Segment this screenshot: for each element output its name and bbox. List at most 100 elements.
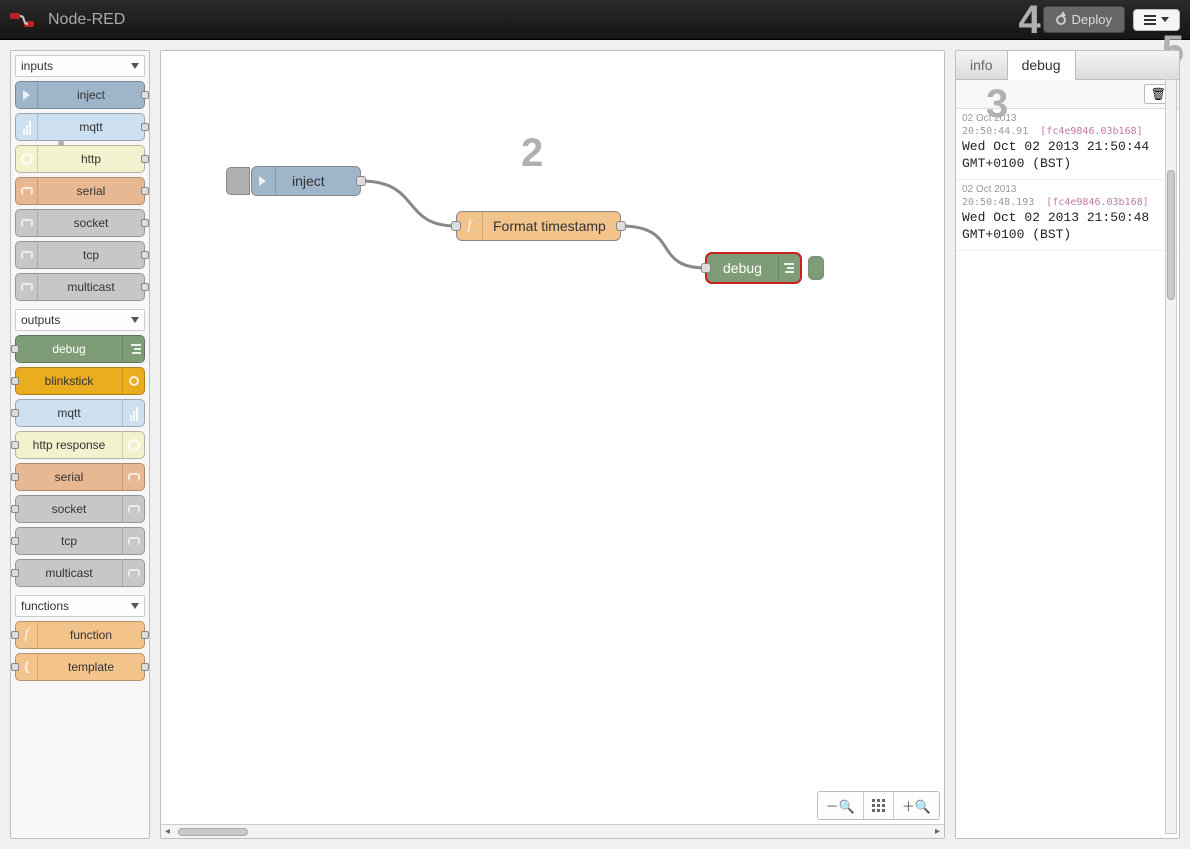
- node-label: Format timestamp: [483, 218, 616, 234]
- palette-node-function[interactable]: ffunction: [15, 621, 145, 649]
- palette-category-outputs[interactable]: outputs: [15, 309, 145, 331]
- input-port[interactable]: [11, 345, 19, 353]
- canvas-h-scrollbar[interactable]: ◂ ▸: [161, 824, 944, 838]
- scrollbar-thumb[interactable]: [178, 828, 248, 836]
- input-port[interactable]: [11, 473, 19, 481]
- canvas-footer: －🔍 ＋🔍: [817, 791, 940, 820]
- canvas-node-inject[interactable]: inject: [251, 166, 361, 196]
- output-port[interactable]: [141, 219, 149, 227]
- palette-node-inject[interactable]: inject: [15, 81, 145, 109]
- canvas-node-debug[interactable]: debug: [706, 253, 801, 283]
- tab-info[interactable]: info: [956, 51, 1008, 79]
- debug-message-list[interactable]: 02 Oct 2013 20:50:44.91 [fc4e9846.03b168…: [956, 109, 1179, 838]
- chevron-down-icon: [131, 63, 139, 69]
- inject-icon: [259, 176, 266, 186]
- input-port[interactable]: [11, 663, 19, 671]
- output-port[interactable]: [141, 91, 149, 99]
- deploy-label: Deploy: [1072, 12, 1112, 27]
- zoom-reset-button[interactable]: [863, 792, 893, 819]
- serial-icon: [21, 187, 33, 195]
- palette-node-http-response[interactable]: http response: [15, 431, 145, 459]
- palette-node-serial-out[interactable]: serial: [15, 463, 145, 491]
- palette-node-mqtt-out[interactable]: mqtt: [15, 399, 145, 427]
- tcp-icon: [21, 251, 33, 259]
- palette-node-socket-in[interactable]: socket: [15, 209, 145, 237]
- debug-toggle-button[interactable]: [808, 256, 824, 280]
- zoom-in-button[interactable]: ＋🔍: [893, 792, 939, 819]
- scroll-left-icon[interactable]: ◂: [161, 826, 174, 837]
- debug-meta: 20:50:48.193 [fc4e9846.03b168]: [962, 197, 1173, 208]
- workspace: inputs 1 inject mqtt http serial socket …: [0, 40, 1190, 849]
- input-port[interactable]: [11, 409, 19, 417]
- app-title: Node-RED: [48, 11, 125, 29]
- input-port[interactable]: [11, 537, 19, 545]
- multicast-icon: [128, 569, 140, 577]
- output-port[interactable]: [141, 251, 149, 259]
- palette-node-serial-in[interactable]: serial: [15, 177, 145, 205]
- palette-node-tcp-out[interactable]: tcp: [15, 527, 145, 555]
- scrollbar-thumb[interactable]: [1167, 170, 1175, 300]
- input-port[interactable]: [11, 569, 19, 577]
- debug-meta: 20:50:44.91 [fc4e9846.03b168]: [962, 126, 1173, 137]
- tcp-icon: [128, 537, 140, 545]
- main-menu-button[interactable]: [1133, 9, 1180, 31]
- palette-node-blinkstick[interactable]: blinkstick: [15, 367, 145, 395]
- grid-icon: [872, 799, 885, 812]
- canvas-panel: 2 inject f Format timestamp: [160, 50, 945, 839]
- output-port[interactable]: [356, 176, 366, 186]
- input-port[interactable]: [11, 505, 19, 513]
- palette-scroll[interactable]: inputs 1 inject mqtt http serial socket …: [11, 51, 149, 838]
- annotation-4: 4: [1019, 0, 1041, 43]
- zoom-out-icon: －🔍: [826, 799, 855, 814]
- output-port[interactable]: [141, 663, 149, 671]
- debug-entry[interactable]: 02 Oct 2013 20:50:48.193 [fc4e9846.03b16…: [956, 180, 1179, 251]
- debug-date: 02 Oct 2013: [962, 113, 1173, 124]
- inject-trigger-button[interactable]: [226, 167, 250, 195]
- output-port[interactable]: [141, 123, 149, 131]
- palette-node-socket-out[interactable]: socket: [15, 495, 145, 523]
- input-port[interactable]: [451, 221, 461, 231]
- palette-category-functions[interactable]: functions: [15, 595, 145, 617]
- category-label: functions: [21, 599, 69, 613]
- debug-entry[interactable]: 02 Oct 2013 20:50:44.91 [fc4e9846.03b168…: [956, 109, 1179, 180]
- caret-down-icon: [1161, 17, 1169, 22]
- input-port[interactable]: [11, 631, 19, 639]
- palette-node-tcp-in[interactable]: tcp: [15, 241, 145, 269]
- output-port[interactable]: [141, 155, 149, 163]
- flow-canvas[interactable]: 2 inject f Format timestamp: [161, 51, 944, 838]
- radio-icon: [127, 405, 141, 421]
- debug-toolbar: 🗑: [956, 80, 1179, 109]
- template-icon: {: [20, 659, 34, 675]
- palette-node-template[interactable]: {template: [15, 653, 145, 681]
- palette-node-multicast-in[interactable]: multicast: [15, 273, 145, 301]
- bulb-icon: [129, 376, 139, 386]
- input-port[interactable]: [11, 377, 19, 385]
- canvas-node-format-timestamp[interactable]: f Format timestamp: [456, 211, 621, 241]
- tab-debug[interactable]: debug: [1008, 51, 1076, 80]
- inject-icon: [23, 90, 30, 100]
- palette-node-debug[interactable]: debug: [15, 335, 145, 363]
- output-port[interactable]: [141, 283, 149, 291]
- serial-icon: [128, 473, 140, 481]
- output-port[interactable]: [141, 187, 149, 195]
- zoom-in-icon: ＋🔍: [902, 799, 931, 814]
- scroll-right-icon[interactable]: ▸: [931, 826, 944, 837]
- deploy-button[interactable]: Deploy: [1043, 6, 1125, 33]
- multicast-icon: [21, 283, 33, 291]
- sidebar-v-scrollbar[interactable]: [1165, 79, 1177, 834]
- input-port[interactable]: [701, 263, 711, 273]
- debug-payload: Wed Oct 02 2013 21:50:48 GMT+0100 (BST): [962, 210, 1173, 244]
- node-label: inject: [276, 173, 341, 189]
- deploy-icon: [1056, 15, 1066, 25]
- palette-node-mqtt-in[interactable]: mqtt: [15, 113, 145, 141]
- palette-node-http-in[interactable]: http: [15, 145, 145, 173]
- function-icon: f: [468, 218, 472, 234]
- input-port[interactable]: [11, 441, 19, 449]
- globe-icon: [21, 153, 33, 165]
- output-port[interactable]: [616, 221, 626, 231]
- output-port[interactable]: [141, 631, 149, 639]
- palette-node-multicast-out[interactable]: multicast: [15, 559, 145, 587]
- node-label: debug: [707, 260, 778, 276]
- zoom-out-button[interactable]: －🔍: [818, 792, 863, 819]
- palette-category-inputs[interactable]: inputs: [15, 55, 145, 77]
